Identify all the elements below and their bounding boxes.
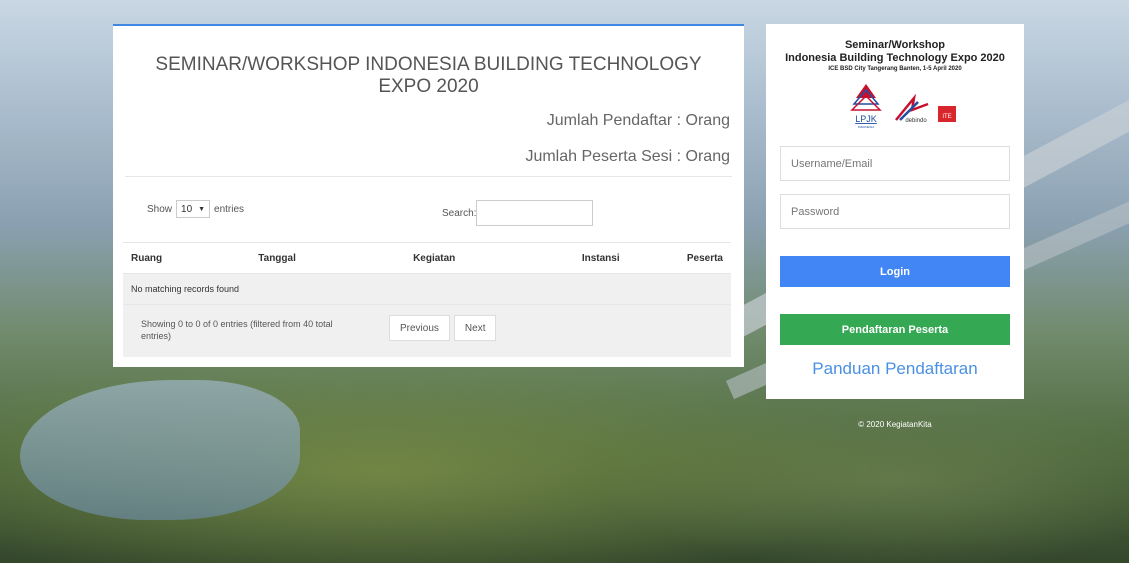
column-header-kegiatan[interactable]: Kegiatan	[389, 253, 548, 264]
caret-down-icon: ▼	[198, 205, 206, 213]
password-field[interactable]	[780, 194, 1010, 229]
show-label: Show	[147, 203, 173, 215]
login-panel: Seminar/Workshop Indonesia Building Tech…	[766, 24, 1024, 399]
divider	[125, 176, 732, 177]
event-title-line2: Indonesia Building Technology Expo 2020	[785, 52, 1005, 64]
search-control: Search:	[442, 200, 594, 226]
entries-control: Show 10 ▼ entries	[147, 200, 244, 218]
entries-select[interactable]: 10 ▼	[176, 200, 211, 218]
table-footer: Showing 0 to 0 of 0 entries (filtered fr…	[123, 305, 731, 357]
session-participant-count: Jumlah Peserta Sesi : Orang	[525, 148, 730, 165]
lpjk-logo: LPJK INDONESIA	[850, 84, 882, 129]
ite-logo: ITE	[938, 106, 956, 122]
entries-label: entries	[214, 203, 245, 215]
event-header: Seminar/Workshop Indonesia Building Tech…	[766, 24, 1024, 74]
next-button[interactable]: Next	[453, 315, 497, 341]
registration-guide-link[interactable]: Panduan Pendaftaran	[766, 359, 1024, 379]
registrant-count: Jumlah Pendaftar : Orang	[546, 112, 730, 129]
page-title: SEMINAR/WORKSHOP INDONESIA BUILDING TECH…	[155, 54, 702, 97]
search-input[interactable]	[476, 200, 594, 226]
previous-button[interactable]: Previous	[389, 315, 450, 341]
login-button[interactable]: Login	[780, 256, 1010, 287]
column-header-peserta[interactable]: Peserta	[687, 253, 731, 264]
column-header-instansi[interactable]: Instansi	[548, 253, 687, 264]
background-river	[20, 380, 300, 520]
entries-value: 10	[181, 203, 193, 215]
copyright-text: © 2020 KegiatanKita	[858, 420, 932, 429]
search-label: Search:	[442, 207, 477, 219]
sessions-table: Ruang Tanggal Kegiatan Instansi Peserta …	[123, 242, 731, 357]
pagination: Previous Next	[389, 315, 500, 341]
debindo-logo-text: debindo	[905, 118, 927, 124]
username-field[interactable]	[780, 146, 1010, 181]
event-venue: ICE BSD City Tangerang Banten, 1-5 April…	[828, 66, 962, 72]
lpjk-logo-text: LPJK	[855, 114, 877, 124]
ite-logo-text: ITE	[942, 114, 951, 120]
event-title-line1: Seminar/Workshop	[844, 39, 946, 51]
table-header: Ruang Tanggal Kegiatan Instansi Peserta	[123, 242, 731, 274]
column-header-ruang[interactable]: Ruang	[123, 253, 210, 264]
empty-table-row: No matching records found	[123, 274, 731, 305]
column-header-tanggal[interactable]: Tanggal	[210, 253, 389, 264]
debindo-logo: debindo	[895, 93, 929, 124]
lpjk-logo-subtext: INDONESIA	[858, 125, 875, 129]
register-participant-button[interactable]: Pendaftaran Peserta	[780, 314, 1010, 345]
table-info: Showing 0 to 0 of 0 entries (filtered fr…	[141, 319, 333, 341]
registration-stats-panel: SEMINAR/WORKSHOP INDONESIA BUILDING TECH…	[113, 24, 744, 367]
sponsor-logos: LPJK INDONESIA debindo ITE	[850, 84, 956, 129]
